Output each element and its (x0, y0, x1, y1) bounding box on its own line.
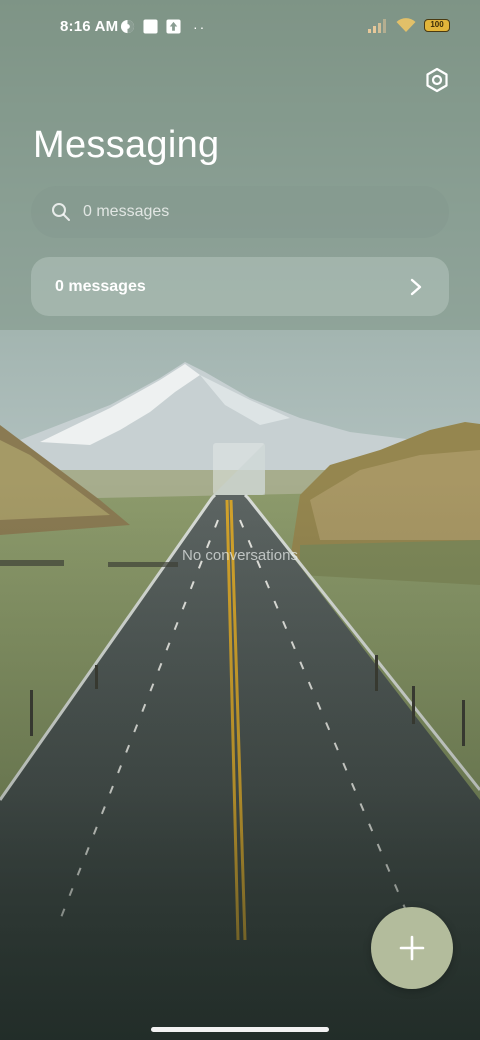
new-conversation-button[interactable] (371, 907, 453, 989)
wifi-icon (396, 18, 416, 32)
empty-conversations-icon (213, 443, 265, 495)
signal-icon (368, 18, 386, 33)
page-title: Messaging (33, 124, 220, 166)
home-indicator[interactable] (151, 1027, 329, 1032)
status-notification-icons: ·· (120, 19, 206, 34)
battery-indicator: 100 (424, 19, 450, 32)
search-bar[interactable] (31, 186, 449, 238)
status-time: 8:16 AM (60, 18, 119, 35)
messages-row[interactable]: 0 messages (31, 257, 449, 316)
upload-notification-icon (166, 19, 181, 34)
gear-hexagon-icon[interactable] (424, 67, 450, 93)
square-notification-icon (143, 19, 158, 34)
status-system-icons: 100 (368, 18, 450, 33)
empty-state-text: No conversations (182, 547, 298, 564)
status-bar: 8:16 AM ·· 100 (0, 0, 480, 56)
chevron-right-icon (410, 278, 422, 296)
messaging-screen: 8:16 AM ·· 100 Messaging 0 messages 0 me… (0, 0, 480, 1040)
search-input[interactable] (83, 203, 403, 221)
search-icon (52, 203, 70, 221)
vpn-key-icon (120, 19, 135, 34)
messages-row-label: 0 messages (55, 277, 146, 295)
status-overflow-dots: ·· (193, 18, 207, 35)
plus-icon (399, 935, 425, 961)
